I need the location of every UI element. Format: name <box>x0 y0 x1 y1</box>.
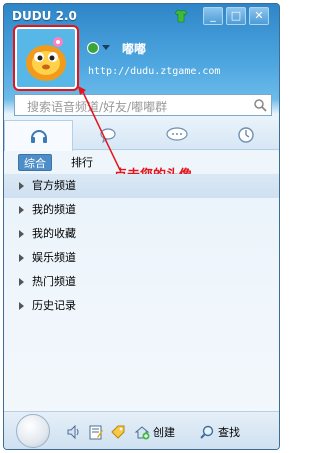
create-button[interactable]: 创建 <box>153 424 175 440</box>
main-window: DUDU 2.0 _ □ ✕ 嘟嘟 http://dudu.ztgame.com… <box>3 3 280 450</box>
expand-arrow-icon <box>19 230 24 238</box>
maximize-icon: □ <box>230 9 242 22</box>
skin-icon[interactable] <box>174 9 188 23</box>
app-title: DUDU 2.0 <box>12 9 77 23</box>
minimize-icon: _ <box>210 9 216 22</box>
main-menu-button[interactable] <box>16 414 50 448</box>
annotation-arrow <box>78 86 121 171</box>
close-button[interactable]: ✕ <box>249 7 269 25</box>
list-item[interactable]: 我的收藏 <box>4 222 279 246</box>
find-icon[interactable] <box>199 424 215 440</box>
speaker-icon[interactable] <box>66 424 82 440</box>
expand-arrow-icon <box>19 254 24 262</box>
search-input[interactable]: 搜索语音频道/好友/嘟嘟群 <box>14 94 272 116</box>
online-status-icon[interactable] <box>87 42 99 54</box>
tab-recent[interactable] <box>211 120 279 150</box>
tab-groups[interactable] <box>142 120 211 150</box>
channel-list: 官方频道 我的频道 我的收藏 娱乐频道 热门频道 历史记录 <box>4 174 279 318</box>
nickname: 嘟嘟 <box>122 42 147 56</box>
minimize-button[interactable]: _ <box>203 7 223 25</box>
headphones-icon <box>30 130 47 143</box>
group-chat-icon <box>165 127 188 141</box>
subtab-general[interactable]: 综合 <box>18 154 52 171</box>
find-button[interactable]: 查找 <box>218 424 240 440</box>
bottom-toolbar: 创建 查找 <box>4 411 279 449</box>
list-item[interactable]: 官方频道 <box>4 174 279 198</box>
clock-icon <box>237 127 254 143</box>
expand-arrow-icon <box>19 278 24 286</box>
close-icon: ✕ <box>254 9 264 22</box>
tab-channels[interactable] <box>4 120 73 151</box>
maximize-button[interactable]: □ <box>226 7 246 25</box>
list-item[interactable]: 热门频道 <box>4 270 279 294</box>
expand-arrow-icon <box>19 182 24 190</box>
tag-icon[interactable] <box>110 424 126 440</box>
list-item[interactable]: 我的频道 <box>4 198 279 222</box>
search-icon[interactable] <box>253 98 267 112</box>
expand-arrow-icon <box>19 302 24 310</box>
main-tabs <box>4 120 279 151</box>
list-item[interactable]: 娱乐频道 <box>4 246 279 270</box>
notes-icon[interactable] <box>88 424 104 440</box>
status-dropdown-icon[interactable] <box>102 45 110 50</box>
create-icon[interactable] <box>134 424 150 440</box>
list-item[interactable]: 历史记录 <box>4 294 279 318</box>
profile-url[interactable]: http://dudu.ztgame.com <box>88 66 220 77</box>
expand-arrow-icon <box>19 206 24 214</box>
